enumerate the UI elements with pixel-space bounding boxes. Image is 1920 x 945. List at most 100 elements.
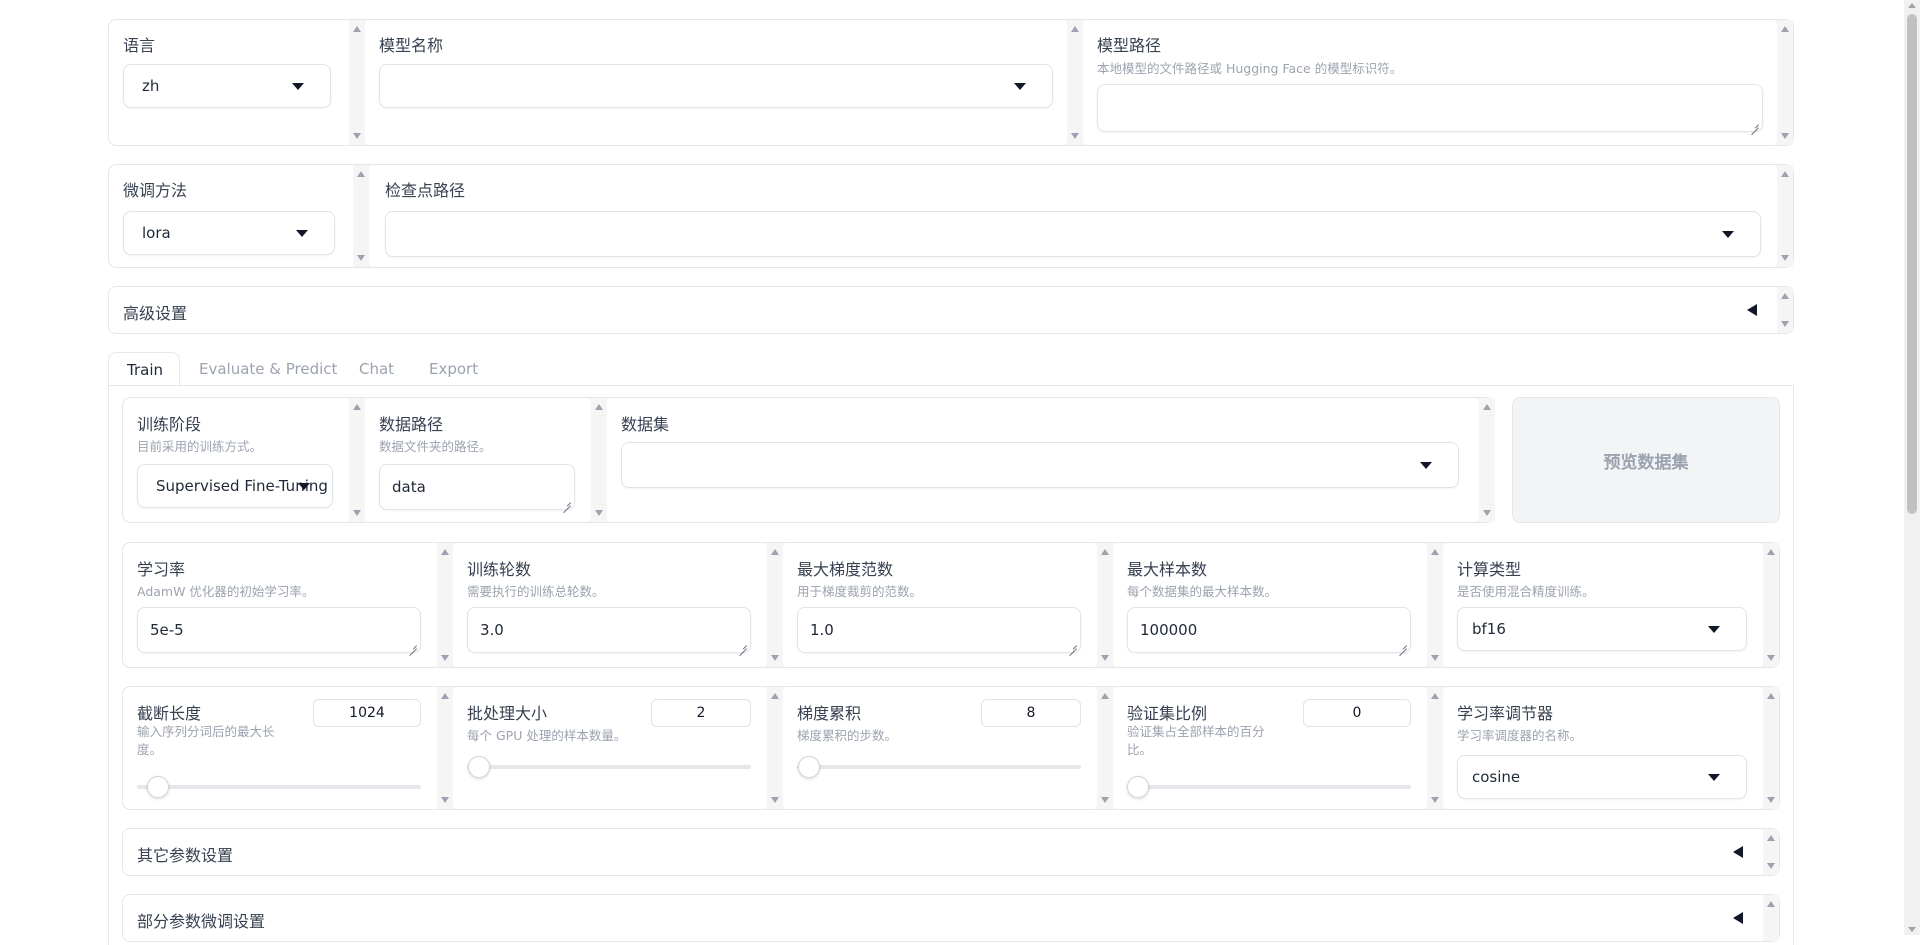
resize-handle-icon[interactable] <box>1069 641 1077 649</box>
scroll-spinner[interactable] <box>1097 687 1113 809</box>
scroll-spinner[interactable] <box>349 398 365 522</box>
max-grad-norm-info: 用于梯度裁剪的范数。 <box>797 584 923 599</box>
cutoff-len-slider[interactable] <box>137 785 421 789</box>
method-label: 微调方法 <box>123 181 188 200</box>
grad-accum-info: 梯度累积的步数。 <box>797 728 898 743</box>
scroll-down-icon[interactable] <box>1908 927 1916 932</box>
method-value: lora <box>142 224 171 242</box>
scroll-spinner[interactable] <box>1777 165 1793 267</box>
learning-rate-block: 学习率 AdamW 优化器的初始学习率。 5e-5 <box>123 543 437 667</box>
page-scrollbar[interactable] <box>1904 0 1920 935</box>
advanced-accordion[interactable]: 高级设置 <box>108 286 1794 334</box>
model-path-input[interactable] <box>1097 84 1763 132</box>
resize-handle-icon[interactable] <box>739 641 747 649</box>
dataset-dropdown[interactable] <box>621 442 1459 488</box>
epochs-label: 训练轮数 <box>467 560 532 579</box>
learning-rate-label: 学习率 <box>137 560 186 579</box>
model-path-block: 模型路径 本地模型的文件路径或 Hugging Face 的模型标识符。 <box>1083 20 1777 145</box>
scroll-spinner[interactable] <box>1763 829 1779 875</box>
grad-accum-slider-handle[interactable] <box>797 756 820 778</box>
grad-accum-slider[interactable] <box>797 765 1081 769</box>
data-dir-input[interactable]: data <box>379 464 575 510</box>
learning-rate-input[interactable]: 5e-5 <box>137 607 421 653</box>
tab-train[interactable]: Train <box>108 352 180 387</box>
batch-size-input[interactable]: 2 <box>651 699 751 727</box>
max-grad-norm-block: 最大梯度范数 用于梯度裁剪的范数。 1.0 <box>783 543 1097 667</box>
lr-scheduler-dropdown[interactable]: cosine <box>1457 755 1747 799</box>
scroll-spinner[interactable] <box>1427 543 1443 667</box>
max-grad-norm-input[interactable]: 1.0 <box>797 607 1081 653</box>
data-dir-block: 数据路径 数据文件夹的路径。 data <box>365 398 591 522</box>
preview-dataset-button[interactable]: 预览数据集 <box>1512 397 1780 523</box>
scroll-spinner[interactable] <box>1777 20 1793 145</box>
epochs-block: 训练轮数 需要执行的训练总轮数。 3.0 <box>453 543 767 667</box>
max-samples-block: 最大样本数 每个数据集的最大样本数。 100000 <box>1113 543 1427 667</box>
finetune-row: 微调方法 lora 检查点路径 <box>108 164 1794 268</box>
model-name-dropdown[interactable] <box>379 64 1053 108</box>
scroll-spinner[interactable] <box>1097 543 1113 667</box>
scroll-spinner[interactable] <box>353 165 369 267</box>
scroll-spinner[interactable] <box>349 20 365 145</box>
scroll-up-icon[interactable] <box>1908 3 1916 8</box>
hyperparam-row: 学习率 AdamW 优化器的初始学习率。 5e-5 训练轮数 需要执行的训练总轮… <box>122 542 1780 668</box>
stage-info: 目前采用的训练方式。 <box>137 439 263 454</box>
scroll-spinner[interactable] <box>437 687 453 809</box>
scroll-spinner[interactable] <box>437 543 453 667</box>
batch-size-slider[interactable] <box>467 765 751 769</box>
scrollbar-thumb[interactable] <box>1907 14 1917 514</box>
val-size-slider[interactable] <box>1127 785 1411 789</box>
cutoff-len-label: 截断长度 <box>137 704 202 723</box>
stage-dropdown[interactable]: Supervised Fine-Tuning <box>137 464 333 508</box>
batch-size-info: 每个 GPU 处理的样本数量。 <box>467 728 627 743</box>
method-block: 微调方法 lora <box>109 165 353 267</box>
batch-size-slider-handle[interactable] <box>468 756 491 778</box>
max-grad-norm-label: 最大梯度范数 <box>797 560 894 579</box>
scroll-spinner[interactable] <box>1479 398 1495 522</box>
method-dropdown[interactable]: lora <box>123 211 335 255</box>
grad-accum-input[interactable]: 8 <box>981 699 1081 727</box>
tab-chat[interactable]: Chat <box>359 360 394 378</box>
resize-handle-icon[interactable] <box>563 498 571 506</box>
val-size-input[interactable]: 0 <box>1303 699 1411 727</box>
resize-handle-icon[interactable] <box>1751 120 1759 128</box>
model-path-label: 模型路径 <box>1097 36 1162 55</box>
lr-scheduler-label: 学习率调节器 <box>1457 704 1554 723</box>
cutoff-len-input[interactable]: 1024 <box>313 699 421 727</box>
scroll-spinner[interactable] <box>591 398 607 522</box>
collapse-arrow-icon[interactable] <box>1733 912 1743 924</box>
other-params-label: 其它参数设置 <box>137 846 234 865</box>
partial-params-label: 部分参数微调设置 <box>137 912 266 931</box>
checkpoint-dropdown[interactable] <box>385 211 1761 257</box>
epochs-input[interactable]: 3.0 <box>467 607 751 653</box>
chevron-down-icon <box>1722 231 1734 238</box>
epochs-info: 需要执行的训练总轮数。 <box>467 584 605 599</box>
chevron-down-icon <box>1014 83 1026 90</box>
resize-handle-icon[interactable] <box>1399 641 1407 649</box>
val-size-info: 验证集占全部样本的百分比。 <box>1127 724 1265 757</box>
val-size-slider-handle[interactable] <box>1127 776 1149 798</box>
max-samples-input[interactable]: 100000 <box>1127 607 1411 653</box>
resize-handle-icon[interactable] <box>409 641 417 649</box>
other-params-accordion[interactable]: 其它参数设置 <box>122 828 1780 876</box>
scroll-spinner[interactable] <box>1763 687 1779 809</box>
cutoff-len-slider-handle[interactable] <box>147 776 170 798</box>
collapse-arrow-icon[interactable] <box>1733 846 1743 858</box>
tab-evaluate-predict[interactable]: Evaluate & Predict <box>199 360 337 378</box>
scroll-spinner[interactable] <box>1067 20 1083 145</box>
cutoff-len-block: 截断长度 输入序列分词后的最大长度。 1024 <box>123 687 437 809</box>
tab-export[interactable]: Export <box>429 360 478 378</box>
scroll-spinner[interactable] <box>1763 895 1779 941</box>
scroll-spinner[interactable] <box>1763 543 1779 667</box>
tab-bar: Train Evaluate & Predict Chat Export <box>108 352 1794 387</box>
model-name-label: 模型名称 <box>379 36 444 55</box>
scroll-spinner[interactable] <box>1427 687 1443 809</box>
lang-dropdown[interactable]: zh <box>123 64 331 108</box>
compute-type-info: 是否使用混合精度训练。 <box>1457 584 1595 599</box>
scroll-spinner[interactable] <box>767 543 783 667</box>
compute-type-dropdown[interactable]: bf16 <box>1457 607 1747 651</box>
scroll-spinner[interactable] <box>1777 287 1793 333</box>
slider-row: 截断长度 输入序列分词后的最大长度。 1024 批处理大小 每个 GPU 处理的… <box>122 686 1780 810</box>
advanced-label: 高级设置 <box>123 304 188 323</box>
scroll-spinner[interactable] <box>767 687 783 809</box>
collapse-arrow-icon[interactable] <box>1747 304 1757 316</box>
